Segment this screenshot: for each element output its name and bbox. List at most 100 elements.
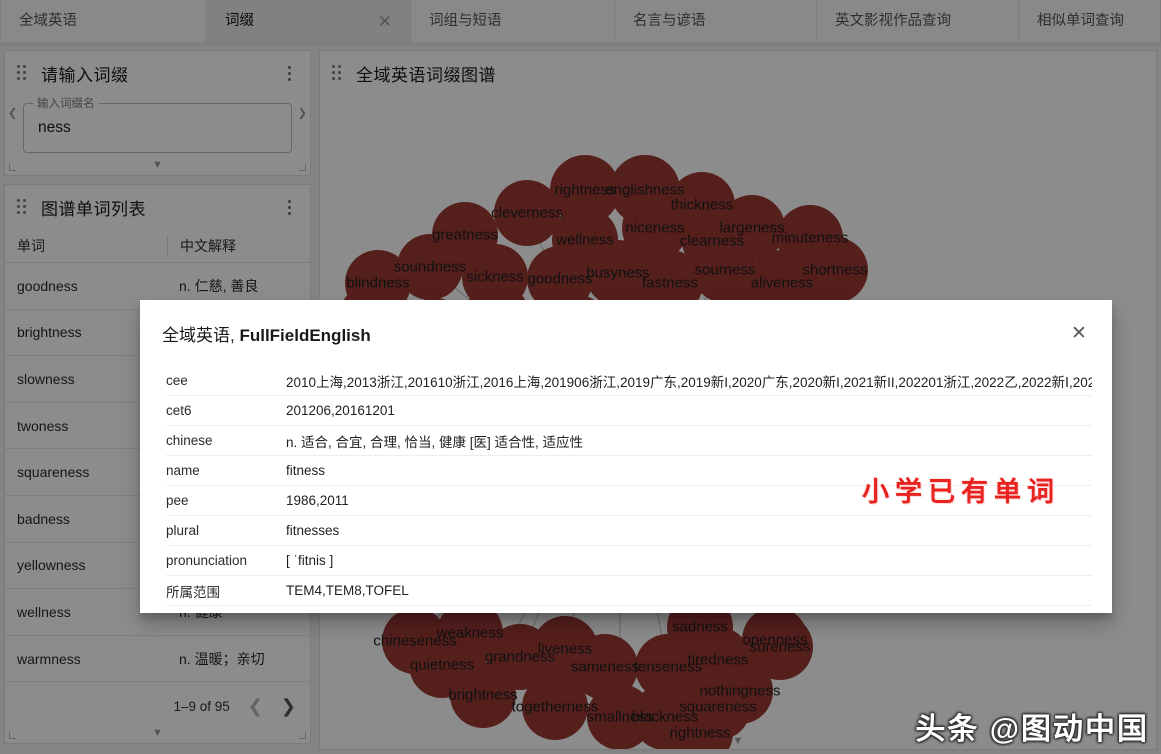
detail-value: 2010上海,2013浙江,201610浙江,2016上海,201906浙江,2… bbox=[286, 371, 1092, 391]
graph-node-label: sameness bbox=[571, 659, 639, 676]
chevron-left-icon[interactable]: ❮ bbox=[8, 107, 17, 120]
detail-key: name bbox=[166, 463, 286, 478]
graph-node-label: blindness bbox=[346, 275, 409, 292]
close-icon[interactable]: ✕ bbox=[1064, 318, 1094, 348]
cell-chinese: n. 温暖；亲切 bbox=[167, 649, 265, 669]
affix-input-panel: 请输入词缀 ❮ ❯ 输入词缀名 ness ▼ bbox=[4, 50, 311, 176]
graph-node-label: niceness bbox=[625, 220, 684, 237]
detail-row: cet6 201206,20161201 bbox=[166, 396, 1092, 426]
word-list-title: 图谱单词列表 bbox=[41, 195, 146, 220]
graph-node-label: squareness bbox=[679, 699, 757, 716]
word-table-header: 单词 中文解释 bbox=[5, 229, 310, 263]
word-list-header: 图谱单词列表 bbox=[5, 185, 310, 229]
watermark: 头条 @图动中国 bbox=[915, 704, 1149, 748]
tab-label: 词组与短语 bbox=[429, 14, 502, 29]
cell-word: goodness bbox=[17, 278, 167, 294]
tab-词缀[interactable]: 词缀 ✕ bbox=[207, 0, 411, 42]
app-root: 全域英语 词缀 ✕ 词组与短语 名言与谚语 英文影视作品查询 相似单词查询 bbox=[0, 0, 1161, 754]
graph-node-label: wellness bbox=[556, 232, 614, 249]
graph-node-label: clearness bbox=[680, 233, 744, 250]
resize-corner-right[interactable] bbox=[299, 164, 306, 171]
graph-node-label: soundness bbox=[394, 259, 467, 276]
graph-node-label: sourness bbox=[695, 262, 756, 279]
tab-词组与短语[interactable]: 词组与短语 bbox=[411, 0, 615, 42]
affix-input-value: ness bbox=[38, 119, 71, 137]
graph-node-label: sickness bbox=[466, 269, 524, 286]
drag-handle-icon[interactable] bbox=[332, 65, 344, 81]
resize-corner-right[interactable] bbox=[299, 732, 306, 739]
primary-school-word-stamp: 小学已有单词 bbox=[862, 470, 1060, 509]
dialog-title: 全域英语, FullFieldEnglish bbox=[162, 321, 371, 346]
drag-handle-icon[interactable] bbox=[17, 199, 29, 215]
graph-node-label: togetherness bbox=[512, 699, 599, 716]
chevron-right-icon[interactable]: ❯ bbox=[298, 107, 307, 120]
detail-value: fitness bbox=[286, 463, 325, 478]
graph-node-label: openness bbox=[742, 632, 807, 649]
dialog-header: 全域英语, FullFieldEnglish ✕ bbox=[140, 300, 1112, 366]
affix-panel-header: 请输入词缀 bbox=[5, 51, 310, 95]
cell-chinese: n. 仁慈, 善良 bbox=[167, 276, 258, 296]
detail-row: pronunciation [ ˈfitnis ] bbox=[166, 546, 1092, 576]
affix-field-legend: 输入词缀名 bbox=[33, 95, 99, 111]
tab-bar: 全域英语 词缀 ✕ 词组与短语 名言与谚语 英文影视作品查询 相似单词查询 bbox=[0, 0, 1161, 42]
detail-value: 201206,20161201 bbox=[286, 403, 395, 418]
detail-row: cee 2010上海,2013浙江,201610浙江,2016上海,201906… bbox=[166, 366, 1092, 396]
tab-全域英语[interactable]: 全域英语 bbox=[0, 0, 207, 42]
affix-field-wrapper: 输入词缀名 ness bbox=[23, 103, 292, 153]
detail-key: pronunciation bbox=[166, 553, 286, 568]
chevron-down-icon[interactable]: ▼ bbox=[152, 159, 163, 171]
graph-node-label: rightness bbox=[670, 725, 731, 742]
tab-label: 全域英语 bbox=[19, 14, 77, 29]
detail-key: chinese bbox=[166, 433, 286, 448]
detail-row: 所属范围 TEM4,TEM8,TOFEL bbox=[166, 576, 1092, 606]
tab-名言与谚语[interactable]: 名言与谚语 bbox=[615, 0, 817, 42]
chevron-down-icon[interactable]: ▼ bbox=[733, 735, 744, 747]
dialog-body: cee 2010上海,2013浙江,201610浙江,2016上海,201906… bbox=[140, 366, 1112, 606]
graph-node-label: quietness bbox=[410, 657, 474, 674]
word-detail-dialog: 全域英语, FullFieldEnglish ✕ cee 2010上海,2013… bbox=[140, 300, 1112, 613]
detail-row: plural fitnesses bbox=[166, 516, 1092, 546]
column-header-word: 单词 bbox=[17, 236, 167, 256]
tab-label: 词缀 bbox=[225, 14, 254, 29]
tab-label: 相似单词查询 bbox=[1037, 14, 1124, 29]
graph-node-label: cleverness bbox=[491, 205, 563, 222]
dialog-title-en: FullFieldEnglish bbox=[239, 326, 370, 345]
detail-value: n. 适合, 合宜, 合理, 恰当, 健康 [医] 适合性, 适应性 bbox=[286, 431, 583, 451]
graph-node-label: minuteness bbox=[772, 230, 849, 247]
chevron-right-icon[interactable]: ❯ bbox=[281, 697, 296, 715]
kebab-menu-icon[interactable] bbox=[280, 197, 298, 217]
kebab-menu-icon[interactable] bbox=[280, 63, 298, 83]
detail-key: pee bbox=[166, 493, 286, 508]
pagination: 1–9 of 95 ❮ ❯ bbox=[5, 682, 310, 730]
pagination-range: 1–9 of 95 bbox=[174, 699, 230, 714]
graph-node-label: grandness bbox=[485, 649, 555, 666]
graph-node-label: aliveness bbox=[751, 275, 814, 292]
tab-英文影视作品查询[interactable]: 英文影视作品查询 bbox=[817, 0, 1019, 42]
detail-key: cee bbox=[166, 373, 286, 388]
dialog-title-cn: 全域英语 bbox=[162, 326, 230, 345]
graph-node-label: greatness bbox=[432, 227, 498, 244]
graph-node-label: fastness bbox=[642, 275, 698, 292]
tab-label: 英文影视作品查询 bbox=[835, 14, 951, 29]
chevron-left-icon[interactable]: ❮ bbox=[248, 697, 263, 715]
detail-row: chinese n. 适合, 合宜, 合理, 恰当, 健康 [医] 适合性, 适… bbox=[166, 426, 1092, 456]
detail-key: cet6 bbox=[166, 403, 286, 418]
graph-node-label: thickness bbox=[671, 197, 734, 214]
graph-node-label: goodness bbox=[527, 271, 592, 288]
graph-node-label: sadness bbox=[672, 619, 728, 636]
graph-panel-title: 全域英语词缀图谱 bbox=[356, 61, 496, 86]
resize-corner-left bbox=[9, 732, 16, 739]
affix-panel-title: 请输入词缀 bbox=[41, 61, 129, 86]
tab-相似单词查询[interactable]: 相似单词查询 bbox=[1019, 0, 1161, 42]
detail-value: fitnesses bbox=[286, 523, 339, 538]
detail-key: plural bbox=[166, 523, 286, 538]
graph-panel-header: 全域英语词缀图谱 bbox=[320, 51, 1156, 95]
detail-value: [ ˈfitnis ] bbox=[286, 553, 333, 568]
drag-handle-icon[interactable] bbox=[17, 65, 29, 81]
detail-value: TEM4,TEM8,TOFEL bbox=[286, 583, 409, 598]
graph-node-label: tenseness bbox=[634, 659, 702, 676]
close-icon[interactable]: ✕ bbox=[338, 13, 392, 30]
chevron-down-icon[interactable]: ▼ bbox=[152, 727, 163, 739]
table-row[interactable]: warmness n. 温暖；亲切 bbox=[5, 636, 310, 683]
graph-node-label: nothingness bbox=[700, 683, 781, 700]
